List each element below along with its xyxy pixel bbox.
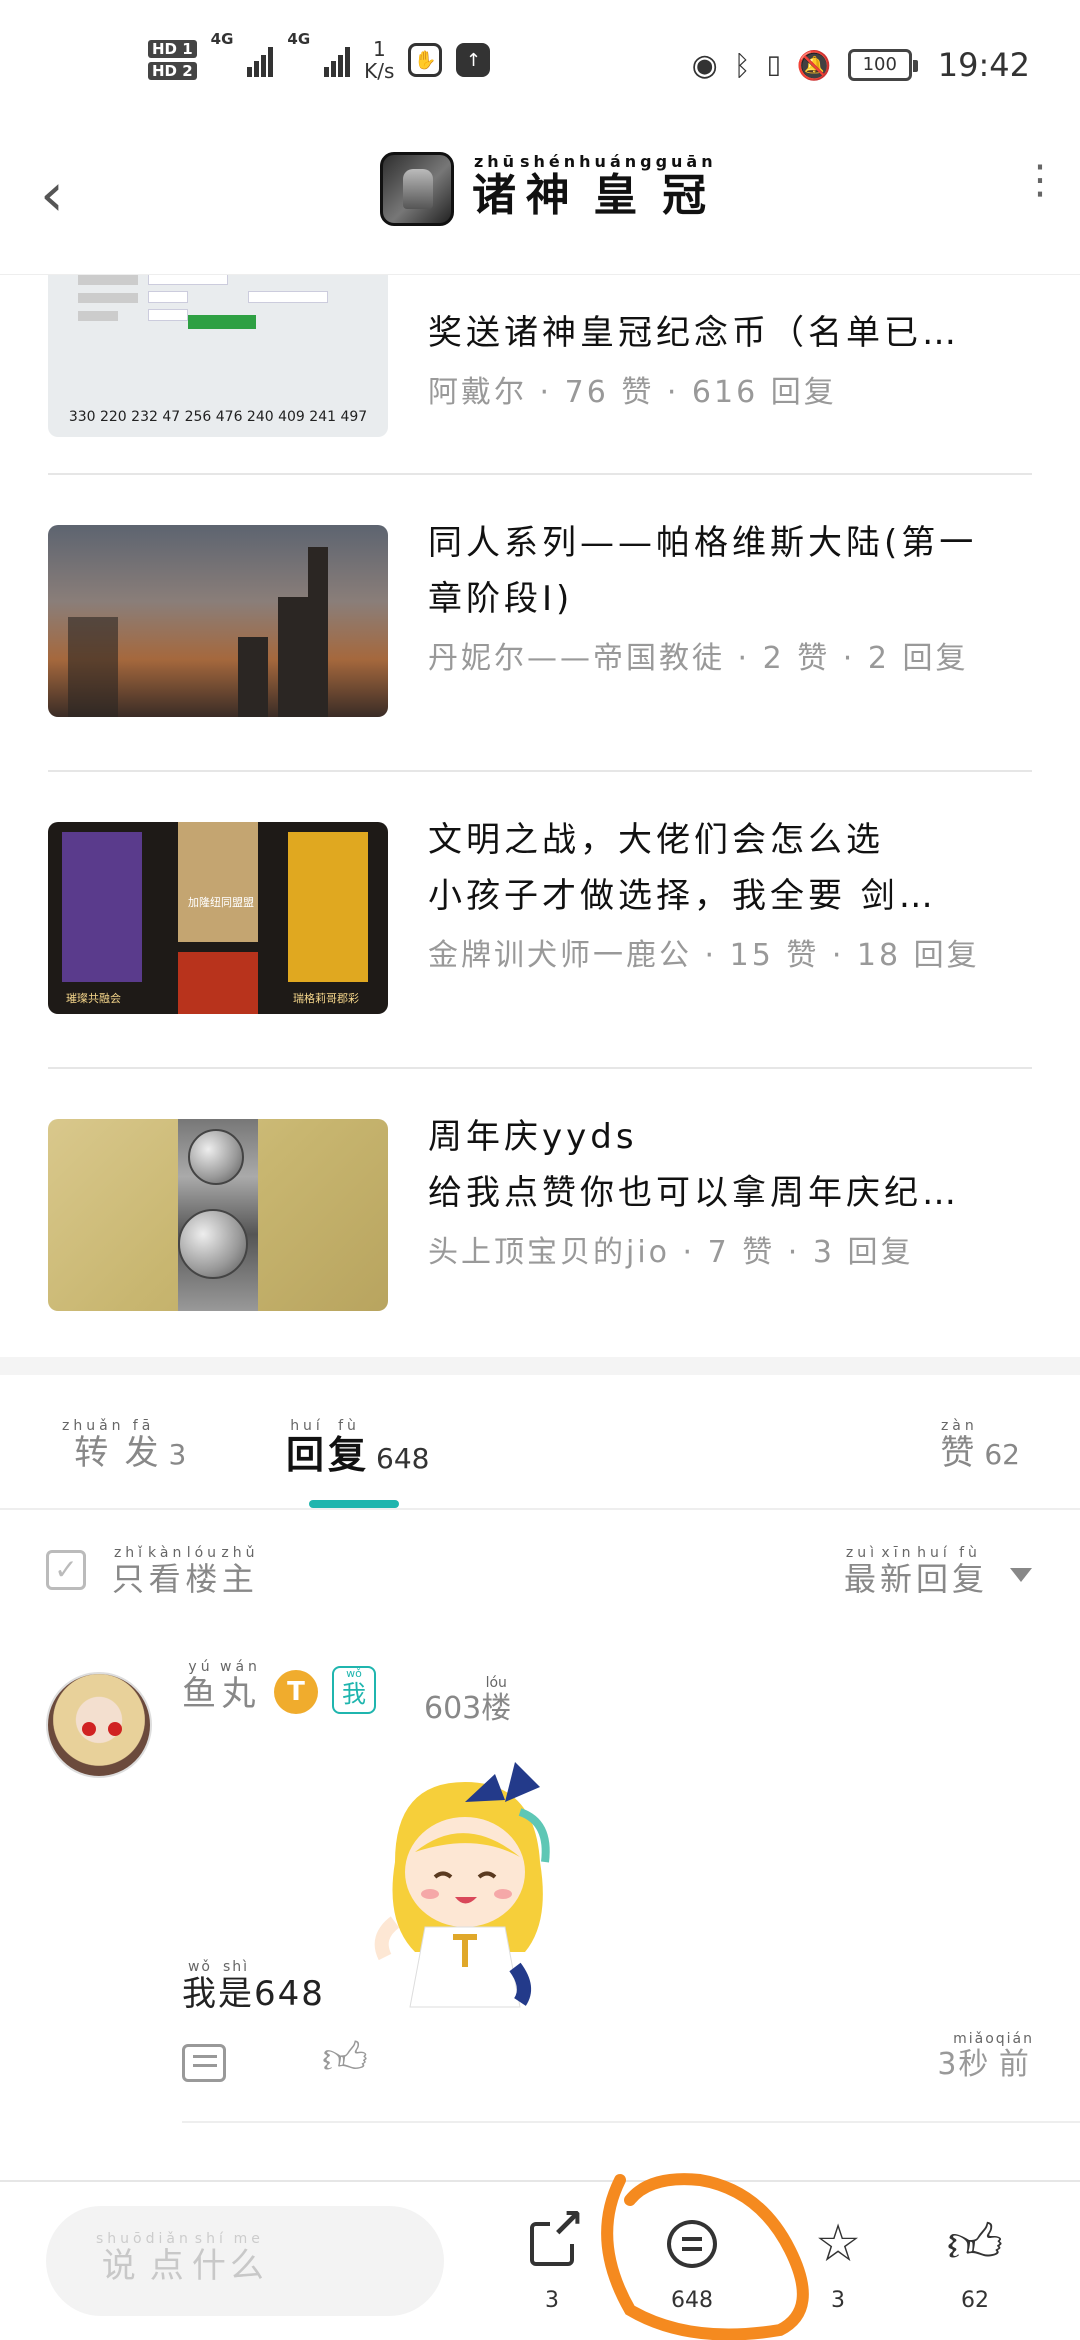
share-count: 3 xyxy=(545,2288,559,2313)
mute-bell-icon: 🔕 xyxy=(796,48,832,82)
sticker-image xyxy=(374,1762,550,2008)
sort-arrow-icon[interactable] xyxy=(1010,1568,1032,1582)
forum-logo xyxy=(380,152,454,226)
tab-repost[interactable]: 转zhuǎn发fā3 xyxy=(62,1418,187,1474)
reply-comment-icon[interactable] xyxy=(182,2044,226,2082)
sort-dropdown[interactable]: 最zuì新xīn回huí复fù xyxy=(844,1545,988,1600)
reply-tabs: 转zhuǎn发fā3 回huí复fù648 赞zàn62 xyxy=(0,1375,1080,1510)
active-tab-indicator xyxy=(309,1500,399,1508)
hd1-icon: HD 1 xyxy=(148,40,197,58)
comment-input[interactable]: 说shuō点diǎn什shí么me xyxy=(46,2206,444,2316)
favorite-button[interactable]: ☆ 3 xyxy=(788,2212,888,2313)
tab-reply-label: 回huí复fù xyxy=(286,1418,371,1477)
upload-icon: ↑ xyxy=(456,43,491,77)
post-title: 奖送诸神皇冠纪念币（名单已… xyxy=(428,313,960,353)
post-thumbnail xyxy=(48,1119,388,1311)
comment-count: 648 xyxy=(671,2288,713,2313)
post-title: 周年庆yyds xyxy=(428,1117,638,1157)
post-meta: 阿戴尔 · 76 赞 · 616 回复 xyxy=(428,375,837,410)
divider xyxy=(182,2121,1080,2123)
post-title-line2: 章阶段Ⅰ) xyxy=(428,579,574,619)
thumbnail-numbers: 330 220 232 47 256 476 240 409 241 497 xyxy=(68,409,368,425)
tab-likes[interactable]: 赞zàn62 xyxy=(940,1418,1020,1474)
post-title: 文明之战，大佬们会怎么选 xyxy=(428,820,884,860)
tab-repost-count: 3 xyxy=(168,1438,187,1471)
post-item[interactable]: 330 220 232 47 256 476 240 409 241 497 奖… xyxy=(48,275,1032,491)
post-item[interactable]: 加隆纽同盟盟 璀璨共融会 瑞格莉哥郡彩 文明之战，大佬们会怎么选 小孩子才做选择… xyxy=(48,772,1032,1068)
tab-reply[interactable]: 回huí复fù648 xyxy=(286,1418,430,1479)
like-count: 62 xyxy=(961,2288,989,2313)
tab-repost-label: 转zhuǎn发fā xyxy=(62,1418,163,1473)
comment-icon xyxy=(667,2220,717,2268)
tab-likes-label: 赞zàn xyxy=(940,1418,979,1473)
post-item[interactable]: 周年庆yyds 给我点赞你也可以拿周年庆纪… 头上顶宝贝的jio · 7 赞 ·… xyxy=(48,1069,1032,1355)
hd2-icon: HD 2 xyxy=(148,62,197,80)
level-badge-icon: T xyxy=(274,1670,318,1714)
share-button[interactable]: 3 xyxy=(502,2204,602,2313)
share-icon xyxy=(530,2204,584,2266)
section-gap xyxy=(0,1357,1080,1375)
hand-icon: ✋ xyxy=(408,43,443,77)
post-title: 同人系列——帕格维斯大陆(第一 xyxy=(428,523,978,563)
reply-time: 3秒miǎo前qián xyxy=(937,2031,1034,2082)
back-button[interactable]: ‹ xyxy=(40,165,100,225)
forum-title-text: 诸zhū神shén皇huáng冠guān xyxy=(472,152,717,221)
signal-1-icon xyxy=(247,43,274,77)
post-thumbnail: 330 220 232 47 256 476 240 409 241 497 xyxy=(48,275,388,437)
comment-input-placeholder: 说shuō点diǎn什shí么me xyxy=(96,2231,268,2286)
hd-icons: HD 1 HD 2 xyxy=(148,40,197,80)
status-right: ◉ ᛒ ▯ 🔕 100 19:42 xyxy=(692,40,1030,90)
thumbs-up-icon: 👍︎ xyxy=(946,2212,1004,2275)
like-button[interactable]: 👍︎ 62 xyxy=(925,2212,1025,2313)
me-badge: 我wǒ xyxy=(332,1666,376,1714)
tab-likes-count: 62 xyxy=(984,1438,1020,1471)
more-menu-button[interactable]: ⋮ xyxy=(1020,160,1060,200)
reply-username[interactable]: 鱼yú丸wán xyxy=(182,1659,261,1715)
post-list: 330 220 232 47 256 476 240 409 241 497 奖… xyxy=(0,275,1080,1355)
post-meta: 金牌训犬师一鹿公 · 15 赞 · 18 回复 xyxy=(428,938,980,973)
app-header: ‹ 诸zhū神shén皇huáng冠guān ⋮ xyxy=(0,130,1080,275)
post-meta: 丹妮尔——帝国教徒 · 2 赞 · 2 回复 xyxy=(428,641,969,676)
status-left: HD 1 HD 2 4G 4G 1 K/s ✋ ↑ xyxy=(148,30,491,90)
banner-label: 瑞格莉哥郡彩 xyxy=(293,992,359,1005)
reply-like-icon[interactable]: 👍︎ xyxy=(322,2032,368,2085)
post-title-line2: 给我点赞你也可以拿周年庆纪… xyxy=(428,1173,960,1213)
battery-icon: 100 xyxy=(847,49,918,81)
network-type-2: 4G xyxy=(287,30,311,48)
banner-label: 璀璨共融会 xyxy=(66,992,121,1005)
post-item[interactable]: 同人系列——帕格维斯大陆(第一 章阶段Ⅰ) 丹妮尔——帝国教徒 · 2 赞 · … xyxy=(48,475,1032,771)
network-type-1: 4G xyxy=(210,30,234,48)
star-icon: ☆ xyxy=(814,2214,862,2274)
vibrate-icon: ▯ xyxy=(766,50,781,80)
signal-2-icon xyxy=(324,43,351,77)
post-thumbnail: 加隆纽同盟盟 璀璨共融会 瑞格莉哥郡彩 xyxy=(48,822,388,1014)
tab-reply-count: 648 xyxy=(376,1442,430,1475)
favorite-count: 3 xyxy=(831,2288,845,2313)
avatar[interactable] xyxy=(46,1672,152,1778)
eye-icon: ◉ xyxy=(691,47,718,83)
floor-number: 603楼lóu xyxy=(424,1675,512,1726)
post-thumbnail xyxy=(48,525,388,717)
banner-label: 加隆纽同盟盟 xyxy=(188,896,254,909)
filter-row: ✓ 只zhǐ看kàn楼lóu主zhǔ 最zuì新xīn回huí复fù xyxy=(0,1512,1080,1632)
forum-title: 诸zhū神shén皇huáng冠guān xyxy=(472,152,717,223)
only-op-checkbox[interactable]: ✓ xyxy=(46,1550,86,1590)
reply-text: 我wǒ是shì648 xyxy=(182,1959,325,2014)
bottom-action-bar: 说shuō点diǎn什shí么me 3 648 ☆ 3 👍︎ 62 xyxy=(0,2180,1080,2340)
status-bar: HD 1 HD 2 4G 4G 1 K/s ✋ ↑ ◉ ᛒ ▯ 🔕 100 19… xyxy=(0,0,1080,130)
post-meta: 头上顶宝贝的jio · 7 赞 · 3 回复 xyxy=(428,1235,914,1270)
bluetooth-icon: ᛒ xyxy=(733,48,751,82)
network-speed: 1 K/s xyxy=(364,37,395,83)
post-title-line2: 小孩子才做选择，我全要 剑… xyxy=(428,876,937,916)
only-op-label[interactable]: 只zhǐ看kàn楼lóu主zhǔ xyxy=(112,1545,258,1600)
reply-item: 鱼yú丸wán T 我wǒ 603楼lóu 我wǒ是shì648 👍︎ 3秒mi… xyxy=(0,1632,1080,2122)
clock: 19:42 xyxy=(937,46,1030,84)
comment-button[interactable]: 648 xyxy=(642,2212,742,2313)
